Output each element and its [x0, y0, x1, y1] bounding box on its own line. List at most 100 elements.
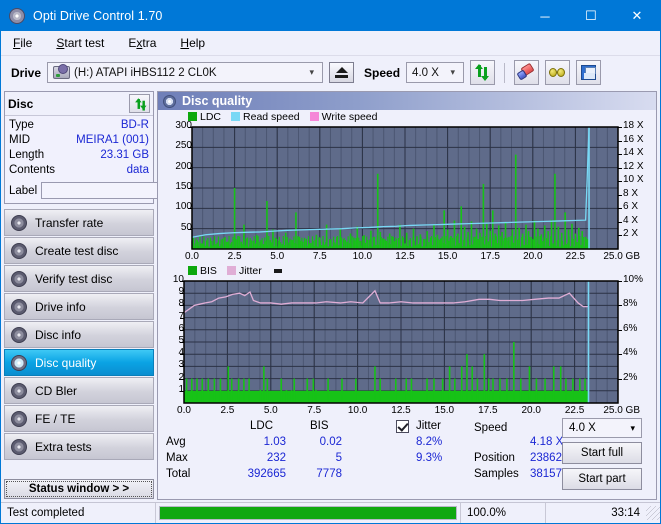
y2-axis-tick: 2%: [623, 372, 637, 383]
sidebar-item-extra-tests[interactable]: Extra tests: [4, 433, 154, 460]
title-bar: Opti Drive Control 1.70 ─ ☐ ✕: [1, 1, 660, 31]
y-axis-tick: 2: [178, 372, 184, 383]
stats-label-position: Position: [474, 452, 515, 464]
start-part-button[interactable]: Start part: [562, 468, 642, 490]
sidebar-item-verify-test-disc[interactable]: Verify test disc: [4, 265, 154, 292]
disc-row-value: MEIRA1 (001): [76, 133, 149, 148]
disc-icon: [11, 215, 27, 231]
sidebar-item-transfer-rate[interactable]: Transfer rate: [4, 209, 154, 236]
y-axis-tick: 4: [178, 347, 184, 358]
test-speed-select[interactable]: 4.0 X ▾: [562, 418, 642, 438]
y-axis-tick-mark: [180, 366, 184, 367]
selection-marker: [274, 269, 282, 273]
y2-axis-tick-mark: [618, 141, 622, 142]
x-axis-tick: 15.0: [438, 251, 457, 262]
jitter-checkbox[interactable]: [396, 420, 409, 433]
y-axis-tick: 9: [178, 286, 184, 297]
x-axis-tick: 2.5: [220, 405, 234, 416]
x-axis-tick: 2.5: [228, 251, 242, 262]
eject-icon: [336, 67, 348, 73]
disc-icon: [11, 327, 27, 343]
y2-axis-tick-mark: [618, 354, 622, 355]
y-axis-tick: 10: [173, 274, 184, 285]
y2-axis-tick-mark: [618, 181, 622, 182]
floppy-save-icon: [581, 65, 596, 80]
sidebar-item-cd-bler[interactable]: CD Bler: [4, 377, 154, 404]
eraser-icon: [518, 65, 535, 80]
sidebar-item-fe-te[interactable]: FE / TE: [4, 405, 154, 432]
menu-bar: File Start test Extra Help: [1, 31, 660, 56]
status-window-button[interactable]: Status window > >: [4, 479, 154, 499]
sidebar-item-label: CD Bler: [35, 384, 77, 398]
refresh-button[interactable]: [470, 60, 495, 85]
status-message: Test completed: [1, 503, 156, 524]
x-axis-tick: 5.0: [264, 405, 278, 416]
disc-row-contents: Contents data: [9, 163, 149, 178]
sidebar-item-label: Disc quality: [35, 356, 96, 370]
sidebar-item-create-test-disc[interactable]: Create test disc: [4, 237, 154, 264]
sidebar-item-label: Disc info: [35, 328, 81, 342]
progress-track: [159, 506, 457, 520]
y-axis-tick-mark: [188, 168, 192, 169]
menu-extra[interactable]: Extra: [125, 34, 159, 52]
stats-speed-value: 4.18 X: [530, 436, 563, 448]
disc-info-header: Disc: [5, 92, 153, 116]
y2-axis-tick: 4%: [623, 347, 637, 358]
y-axis-tick: 7: [178, 311, 184, 322]
y2-axis-tick-mark: [618, 379, 622, 380]
disc-info-group: Disc Type BD-R MID MEIRA1 (001): [4, 91, 154, 204]
x-axis-tick: 7.5: [313, 251, 327, 262]
y-axis-tick-mark: [180, 281, 184, 282]
menu-file[interactable]: File: [10, 34, 35, 52]
stats-label-samples: Samples: [474, 468, 519, 480]
y-axis-tick: 1: [178, 384, 184, 395]
drive-select[interactable]: (H:) ATAPI iHBS112 2 CL0K ▾: [47, 62, 323, 83]
y2-axis-tick-mark: [618, 168, 622, 169]
stats-header-bis: BIS: [310, 420, 329, 432]
progress-percent: 100.0%: [461, 503, 546, 524]
panel-header: Disc quality: [158, 92, 656, 110]
x-axis-tick: 17.5: [480, 251, 499, 262]
resize-grip-icon[interactable]: [646, 506, 660, 520]
close-button[interactable]: ✕: [614, 1, 660, 31]
minimize-button[interactable]: ─: [522, 1, 568, 31]
test-speed-value: 4.0 X: [569, 422, 596, 434]
maximize-button[interactable]: ☐: [568, 1, 614, 31]
progress-bar: [156, 503, 461, 524]
legend-swatch-bis: [188, 266, 197, 275]
sidebar-item-label: Extra tests: [35, 440, 92, 454]
status-bar: Test completed 100.0% 33:14: [1, 502, 661, 523]
legend-swatch-jitter: [227, 266, 236, 275]
menu-help[interactable]: Help: [177, 34, 208, 52]
start-full-button[interactable]: Start full: [562, 442, 642, 464]
y2-axis-tick: 8%: [623, 298, 637, 309]
y2-axis-tick: 8 X: [623, 188, 638, 199]
x-axis-tick: 25.0 GB: [603, 405, 640, 416]
disc-icon: [11, 299, 27, 315]
erase-button[interactable]: [514, 60, 539, 85]
disc-icon: [11, 383, 27, 399]
sidebar-item-disc-info[interactable]: Disc info: [4, 321, 154, 348]
sidebar-item-drive-info[interactable]: Drive info: [4, 293, 154, 320]
y2-axis-tick-mark: [618, 222, 622, 223]
mask-button[interactable]: [545, 60, 570, 85]
glasses-icon: [549, 66, 567, 80]
disc-refresh-button[interactable]: [129, 94, 150, 113]
eject-button[interactable]: [329, 62, 354, 83]
bis-chart-container: BIS Jitter 123456789102%4%6%8%10% 0.02.5…: [158, 264, 656, 418]
x-axis-tick: 7.5: [307, 405, 321, 416]
y2-axis-tick: 6%: [623, 323, 637, 334]
sidebar-item-disc-quality[interactable]: Disc quality: [4, 349, 154, 376]
speed-select[interactable]: 4.0 X ▾: [406, 62, 464, 83]
bis-plot: 123456789102%4%6%8%10%: [158, 277, 656, 405]
ldc-chart-container: LDC Read speed Write speed 5010015020025…: [158, 110, 656, 264]
menu-start-test[interactable]: Start test: [53, 34, 107, 52]
y2-axis-tick-mark: [618, 195, 622, 196]
save-button[interactable]: [576, 60, 601, 85]
y2-axis-tick-mark: [618, 208, 622, 209]
sidebar-item-label: FE / TE: [35, 412, 75, 426]
x-axis-tick: 12.5: [395, 251, 414, 262]
ldc-plot: 501001502002503002 X4 X6 X8 X10 X12 X14 …: [158, 123, 656, 251]
refresh-icon: [474, 64, 491, 81]
y2-axis-tick-mark: [618, 235, 622, 236]
